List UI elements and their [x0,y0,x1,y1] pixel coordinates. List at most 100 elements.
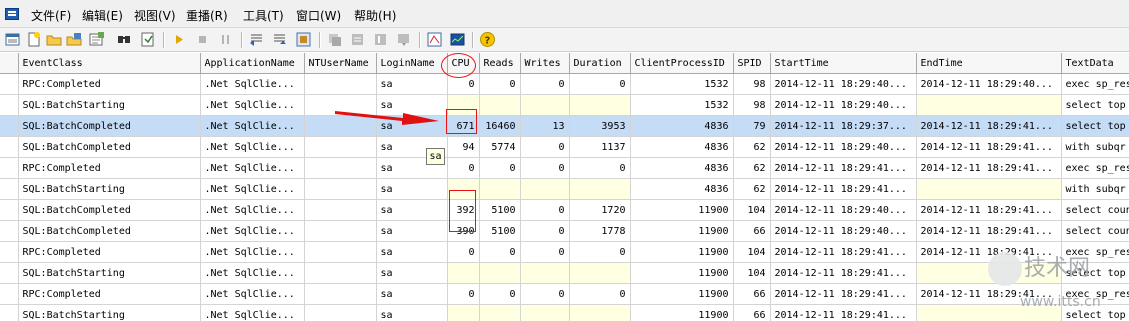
table-row[interactable]: SQL:BatchStarting .Net SqlClie... sa 11900 1… [0,262,1129,284]
row-selector[interactable] [0,283,19,305]
cell-starttime[interactable]: 2014-12-11 18:29:41... [770,241,917,263]
cell-cpu[interactable]: 671 [447,115,480,137]
cell-duration[interactable]: 0 [569,241,631,263]
menu-replay[interactable]: 重播(R) [186,7,228,24]
cell-spid[interactable]: 66 [733,220,771,242]
cell-endtime[interactable]: 2014-12-11 18:29:41... [916,220,1062,242]
table-row[interactable]: RPC:Completed .Net SqlClie... sa 0 0 0 0 11900 6… [0,283,1129,305]
cell-applicationname[interactable]: .Net SqlClie... [200,94,305,116]
table-row[interactable]: SQL:BatchStarting .Net SqlClie... sa 11900 6… [0,304,1129,321]
open-icon[interactable] [46,31,63,48]
table-row[interactable]: RPC:Completed .Net SqlClie... sa 0 0 0 0 4836 62… [0,157,1129,179]
menu-tools[interactable]: 工具(T) [243,7,284,24]
cell-writes[interactable] [520,178,570,200]
cell-spid[interactable]: 104 [733,199,771,221]
cell-eventclass[interactable]: SQL:BatchCompleted [18,136,201,158]
cell-endtime[interactable]: 2014-12-11 18:29:41... [916,136,1062,158]
toggle-bookmark-icon[interactable] [326,31,343,48]
cell-writes[interactable] [520,304,570,321]
cell-writes[interactable]: 0 [520,157,570,179]
cell-applicationname[interactable]: .Net SqlClie... [200,178,305,200]
cell-textdata[interactable]: with subqr [1061,136,1129,158]
row-selector[interactable] [0,241,19,263]
table-row[interactable]: SQL:BatchCompleted .Net SqlClie... sa 671 16… [0,115,1129,137]
cell-cpu[interactable]: 390 [447,220,480,242]
cell-duration[interactable]: 3953 [569,115,631,137]
row-selector[interactable] [0,157,19,179]
cell-reads[interactable] [479,304,521,321]
cell-loginname[interactable]: sa [376,199,448,221]
cell-writes[interactable]: 0 [520,241,570,263]
pause-icon[interactable] [217,31,234,48]
cell-reads[interactable]: 0 [479,241,521,263]
cell-textdata[interactable]: exec sp_reset [1061,157,1129,179]
cell-textdata[interactable]: select top [1061,115,1129,137]
row-selector[interactable] [0,178,19,200]
cell-cpu[interactable]: 0 [447,241,480,263]
cell-spid[interactable]: 62 [733,136,771,158]
cell-cpu[interactable]: 0 [447,157,480,179]
column-header-writes[interactable]: Writes [520,53,570,74]
cell-reads[interactable] [479,94,521,116]
column-header-applicationname[interactable]: ApplicationName [200,53,305,74]
cell-starttime[interactable]: 2014-12-11 18:29:41... [770,304,917,321]
cell-applicationname[interactable]: .Net SqlClie... [200,115,305,137]
cell-endtime[interactable]: 2014-12-11 18:29:40... [916,73,1062,95]
cell-loginname[interactable]: sa [376,220,448,242]
row-selector[interactable] [0,304,19,321]
cell-cpu[interactable] [447,262,480,284]
cell-ntusername[interactable] [304,220,377,242]
cell-duration[interactable] [569,178,631,200]
column-header-reads[interactable]: Reads [479,53,521,74]
stop-icon[interactable] [194,31,211,48]
row-selector[interactable] [0,262,19,284]
column-header-textdata[interactable]: TextData [1061,53,1129,74]
cell-duration[interactable] [569,304,631,321]
cell-applicationname[interactable]: .Net SqlClie... [200,220,305,242]
cell-starttime[interactable]: 2014-12-11 18:29:41... [770,262,917,284]
cell-ntusername[interactable] [304,304,377,321]
column-header-eventclass[interactable]: EventClass [18,53,201,74]
menu-edit[interactable]: 编辑(E) [82,7,123,24]
cell-spid[interactable]: 104 [733,262,771,284]
cell-writes[interactable] [520,262,570,284]
cell-endtime[interactable]: 2014-12-11 18:29:41... [916,199,1062,221]
table-row[interactable]: SQL:BatchCompleted .Net SqlClie... sa 94 577… [0,136,1129,158]
cell-clientprocessid[interactable]: 11900 [630,262,734,284]
cell-ntusername[interactable] [304,199,377,221]
table-row[interactable]: SQL:BatchStarting .Net SqlClie... sa 1532 98… [0,94,1129,116]
cell-duration[interactable]: 1720 [569,199,631,221]
cell-cpu[interactable] [447,94,480,116]
new-trace-icon[interactable] [4,31,21,48]
new-template-icon[interactable] [25,31,42,48]
cell-applicationname[interactable]: .Net SqlClie... [200,199,305,221]
cell-writes[interactable] [520,94,570,116]
cell-applicationname[interactable]: .Net SqlClie... [200,136,305,158]
cell-ntusername[interactable] [304,73,377,95]
cell-eventclass[interactable]: SQL:BatchCompleted [18,220,201,242]
cell-writes[interactable]: 0 [520,73,570,95]
column-header-clientprocessid[interactable]: ClientProcessID [630,53,734,74]
cell-loginname[interactable]: sa [376,283,448,305]
cell-applicationname[interactable]: .Net SqlClie... [200,262,305,284]
cell-applicationname[interactable]: .Net SqlClie... [200,283,305,305]
cell-eventclass[interactable]: RPC:Completed [18,241,201,263]
cell-writes[interactable]: 0 [520,136,570,158]
cell-textdata[interactable]: select count [1061,220,1129,242]
cell-starttime[interactable]: 2014-12-11 18:29:41... [770,178,917,200]
replay-icon[interactable] [295,31,312,48]
cell-clientprocessid[interactable]: 1532 [630,73,734,95]
cell-reads[interactable] [479,178,521,200]
find-icon[interactable] [116,31,133,48]
cell-cpu[interactable] [447,304,480,321]
cell-starttime[interactable]: 2014-12-11 18:29:40... [770,94,917,116]
cell-starttime[interactable]: 2014-12-11 18:29:37... [770,115,917,137]
cell-eventclass[interactable]: SQL:BatchStarting [18,304,201,321]
cell-reads[interactable]: 16460 [479,115,521,137]
table-row[interactable]: SQL:BatchStarting .Net SqlClie... sa 4836 62… [0,178,1129,200]
cell-clientprocessid[interactable]: 11900 [630,199,734,221]
cell-spid[interactable]: 62 [733,157,771,179]
cell-endtime[interactable] [916,94,1062,116]
menu-help[interactable]: 帮助(H) [354,7,396,24]
cell-ntusername[interactable] [304,283,377,305]
